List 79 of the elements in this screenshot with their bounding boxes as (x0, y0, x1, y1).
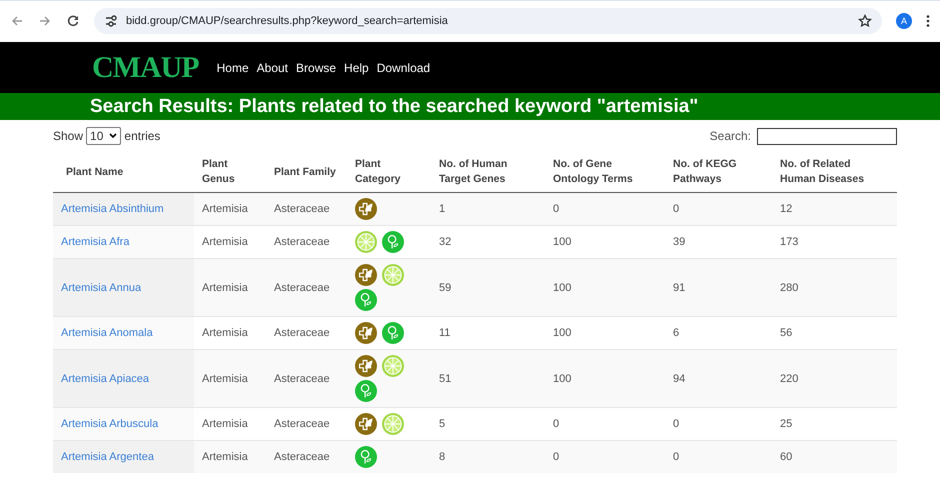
search-field[interactable] (757, 128, 897, 144)
table-cell: 100 (553, 236, 572, 248)
table-cell: Artemisia (202, 282, 248, 294)
cross-leaf-icon (355, 264, 377, 286)
star-icon[interactable] (858, 14, 872, 28)
cross-leaf-icon (355, 198, 377, 220)
table-cell: 11 (439, 327, 450, 339)
citrus-slice-icon (355, 231, 377, 253)
table-cell: Artemisia (202, 418, 248, 430)
tree-icon (355, 446, 377, 468)
table-cell: 51 (439, 372, 452, 384)
table-cell: 173 (780, 236, 798, 248)
table-cell: 6 (673, 327, 680, 339)
page-size-select[interactable]: 10 (86, 127, 122, 145)
search-label: Search: (710, 129, 751, 143)
table-cell: 91 (673, 282, 686, 294)
table-cell: 1 (439, 203, 446, 215)
table-cell: 0 (553, 203, 560, 215)
profile-avatar[interactable]: A (896, 12, 912, 28)
table-cell: Artemisia (202, 327, 248, 339)
table-cell: Asteraceae (274, 327, 330, 339)
table-cell: Asteraceae (274, 372, 330, 384)
plant-link[interactable]: Artemisia Afra (61, 236, 130, 248)
table-cell: 39 (673, 236, 686, 248)
table-cell: Asteraceae (274, 282, 330, 294)
table-cell: 94 (673, 372, 686, 384)
page-title: Search Results: Plants related to the searched keyword "artemisia" (90, 96, 698, 118)
table-cell: Asteraceae (274, 451, 330, 463)
table-cell: Artemisia (202, 372, 248, 384)
table-cell: 60 (780, 451, 792, 463)
reload-icon[interactable] (66, 14, 80, 28)
table-cell: 0 (673, 451, 680, 463)
table-cell: 12 (780, 203, 792, 215)
site-settings-icon[interactable] (104, 14, 118, 28)
nav-link[interactable]: About (256, 60, 288, 74)
table-cell: 0 (553, 451, 560, 463)
site-logo[interactable]: CMAUP (92, 50, 199, 84)
nav-link[interactable]: Home (216, 60, 249, 74)
table-cell: 5 (439, 418, 446, 430)
caret-icon (109, 133, 118, 139)
tree-icon (355, 289, 377, 311)
tree-icon (355, 380, 377, 402)
table-cell: 25 (780, 418, 792, 430)
nav-link[interactable]: Browse (296, 60, 336, 74)
table-cell: 280 (780, 282, 798, 294)
cross-leaf-icon (355, 355, 377, 377)
table-cell: Artemisia (202, 236, 248, 248)
table-cell: 0 (673, 203, 680, 215)
citrus-slice-icon (382, 264, 404, 286)
citrus-slice-icon (382, 413, 404, 435)
table-cell: 100 (553, 282, 572, 294)
plant-link[interactable]: Artemisia Apiacea (61, 372, 150, 384)
table-cell: Artemisia (202, 451, 248, 463)
menu-icon[interactable] (926, 14, 930, 28)
tree-icon (382, 322, 404, 344)
table-cell: Asteraceae (274, 203, 330, 215)
table-cell: 59 (439, 282, 452, 294)
tree-icon (382, 231, 404, 253)
forward-arrow-icon[interactable] (38, 14, 52, 28)
table-cell: 32 (439, 236, 452, 248)
table-cell: Artemisia (202, 203, 248, 215)
cross-leaf-icon (355, 322, 377, 344)
table-cell: 0 (673, 418, 680, 430)
nav-link[interactable]: Help (344, 60, 369, 74)
cross-leaf-icon (355, 413, 377, 435)
nav-link[interactable]: Download (376, 60, 430, 74)
back-arrow-icon[interactable] (10, 14, 24, 28)
plant-link[interactable]: Artemisia Annua (61, 282, 142, 294)
citrus-slice-icon (382, 355, 404, 377)
table-cell: 56 (780, 327, 792, 339)
table-cell: 0 (553, 418, 560, 430)
table-cell: 100 (553, 372, 572, 384)
table-cell: 100 (553, 327, 572, 339)
entries-label: entries (124, 129, 160, 143)
table-cell: Asteraceae (274, 236, 330, 248)
table-cell: 220 (780, 372, 798, 384)
table-cell: Asteraceae (274, 418, 330, 430)
table-cell: 8 (439, 451, 446, 463)
show-label: Show (53, 129, 84, 143)
